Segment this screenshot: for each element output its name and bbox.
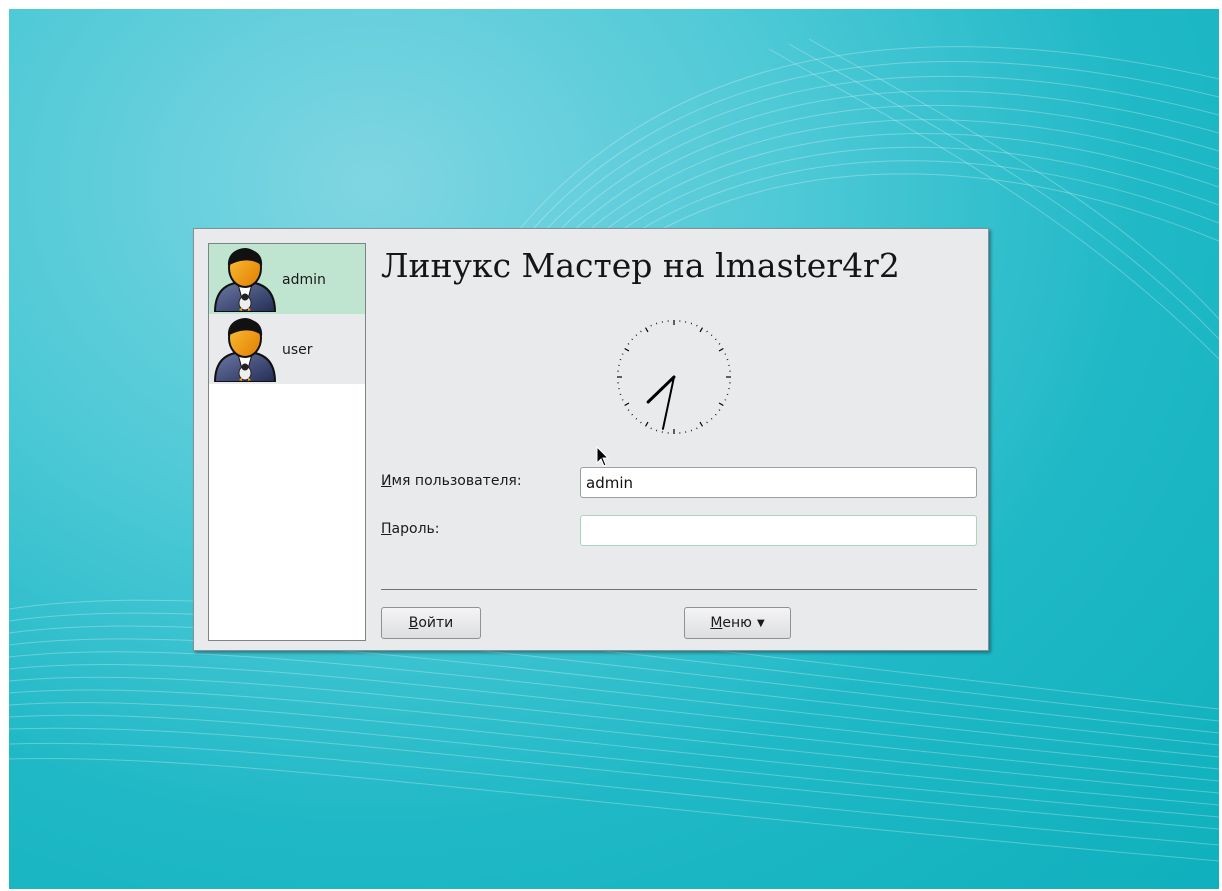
clock-minute-tick [710, 417, 713, 420]
chevron-down-icon: ▼ [756, 617, 765, 629]
clock-minute-tick [627, 409, 630, 411]
clock-hour-tick [718, 402, 724, 407]
clock-minute-tick [724, 353, 727, 355]
password-label: Пароль: [381, 521, 440, 537]
user-avatar-icon [213, 318, 277, 382]
username-input[interactable] [580, 467, 977, 498]
clock-minute-tick [631, 338, 634, 341]
user-name-label: user [282, 342, 313, 358]
login-button[interactable]: Войти [381, 607, 481, 639]
clock-hour-tick [644, 421, 649, 427]
clock-minute-tick [696, 427, 698, 430]
clock-minute-tick [696, 324, 698, 327]
clock-minute-tick [710, 334, 713, 337]
user-list[interactable]: admin user [208, 243, 366, 641]
password-input[interactable] [580, 515, 977, 546]
clock-hour-tick [624, 347, 630, 352]
username-label: Имя пользователя: [381, 473, 522, 489]
clock-hour-tick [718, 347, 724, 352]
analog-clock [617, 320, 731, 434]
clock-hour-tick [624, 402, 630, 407]
clock-minute-tick [621, 399, 624, 401]
clock-hour-tick [699, 327, 704, 333]
login-dialog: admin user Линукс Мастер на lmaster4r2 И… [193, 228, 989, 651]
menu-button[interactable]: Меню ▼ [684, 607, 791, 639]
clock-minute-tick [718, 409, 721, 411]
greeting-title: Линукс Мастер на lmaster4r2 [381, 246, 900, 285]
user-avatar-icon [213, 248, 277, 312]
clock-minute-tick [714, 413, 717, 416]
clock-minute-tick [627, 343, 630, 345]
clock-hour-tick [699, 421, 704, 427]
clock-minute-tick [706, 421, 708, 424]
user-list-item-admin[interactable]: admin [209, 244, 365, 314]
clock-minute-tick [706, 330, 708, 333]
clock-minute-tick [631, 413, 634, 416]
user-list-item-user[interactable]: user [209, 314, 365, 384]
clock-minute-tick [714, 338, 717, 341]
clock-minute-tick [650, 324, 652, 327]
clock-minute-tick [621, 353, 624, 355]
clock-hour-tick [644, 327, 649, 333]
separator-line [381, 589, 977, 590]
clock-minute-tick [650, 427, 652, 430]
clock-minute-tick [724, 399, 727, 401]
clock-minute-tick [718, 343, 721, 345]
clock-minute-tick [640, 421, 642, 424]
mouse-pointer-icon [596, 446, 610, 467]
user-name-label: admin [282, 272, 326, 288]
clock-minute-tick [635, 334, 638, 337]
clock-minute-tick [635, 417, 638, 420]
clock-minute-tick [640, 330, 642, 333]
